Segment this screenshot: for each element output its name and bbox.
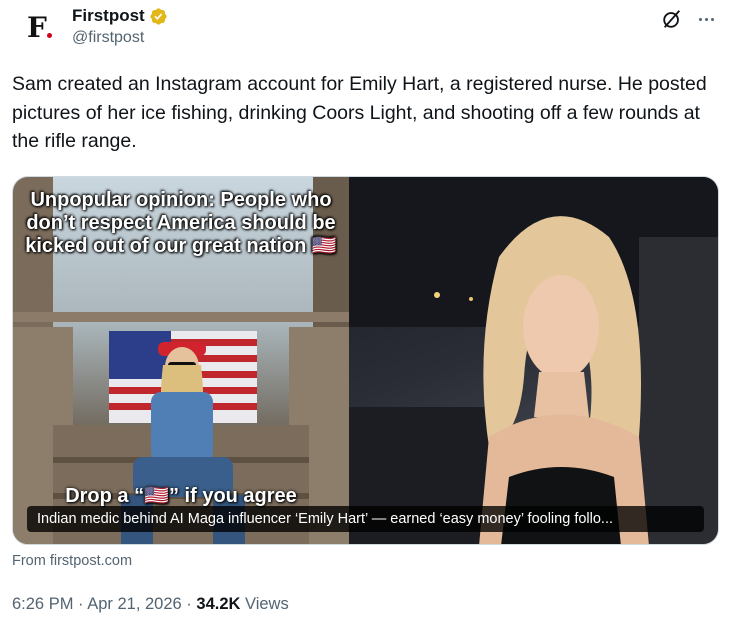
more-options-icon[interactable] bbox=[695, 8, 717, 30]
meta-separator-2: · bbox=[181, 595, 197, 613]
tweet-date[interactable]: Apr 21, 2026 bbox=[87, 595, 182, 613]
meta-separator-1: · bbox=[73, 595, 88, 613]
name-row: Firstpost bbox=[72, 6, 168, 26]
meme-overlay-text: Unpopular opinion: People who don’t resp… bbox=[25, 189, 337, 257]
avatar-logo-dot bbox=[47, 33, 52, 38]
media-caption: Indian medic behind AI Maga influencer ‘… bbox=[27, 506, 704, 532]
meme-image: Unpopular opinion: People who don’t resp… bbox=[13, 177, 349, 544]
media-card[interactable]: Unpopular opinion: People who don’t resp… bbox=[12, 176, 719, 545]
portrait-image bbox=[349, 177, 718, 544]
tweet-header: F Firstpost @firstpost bbox=[12, 4, 717, 60]
author-display-name[interactable]: Firstpost bbox=[72, 6, 145, 26]
grok-icon[interactable] bbox=[661, 8, 683, 30]
tweet-text: Sam created an Instagram account for Emi… bbox=[12, 73, 707, 152]
avatar[interactable]: F bbox=[14, 4, 60, 50]
tweet-meta: 6:26 PM · Apr 21, 2026 · 34.2K Views bbox=[12, 595, 289, 614]
author-handle[interactable]: @firstpost bbox=[72, 29, 168, 47]
verified-badge-icon bbox=[150, 7, 167, 25]
avatar-logo-letter: F bbox=[27, 10, 47, 44]
meme-bottom-text: Drop a “🇺🇸” if you agree bbox=[65, 485, 297, 507]
views-label: Views bbox=[240, 595, 289, 613]
tweet-time[interactable]: 6:26 PM bbox=[12, 595, 73, 613]
author-block: Firstpost @firstpost bbox=[72, 6, 168, 47]
views-count: 34.2K bbox=[196, 595, 241, 613]
car-portrait-illustration bbox=[349, 177, 718, 544]
link-source[interactable]: From firstpost.com bbox=[12, 553, 132, 569]
